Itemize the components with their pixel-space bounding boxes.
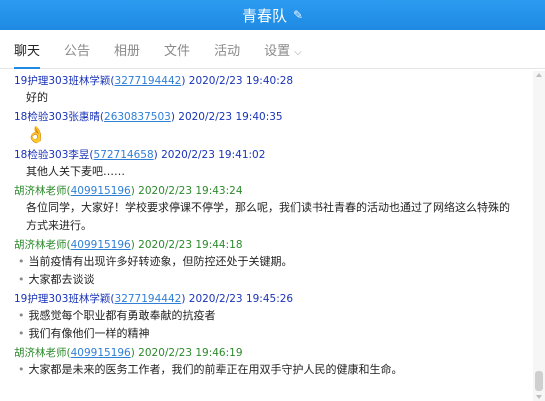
message-time: 2020/2/23 19:44:18	[138, 239, 243, 251]
message-header: 胡济林老师(409915196) 2020/2/23 19:46:19	[14, 347, 243, 359]
message: 18检验303李昱(572714658) 2020/2/23 19:41:02 …	[14, 148, 533, 181]
message-text: 我感觉每个职业都有勇敢奉献的抗疫者	[14, 307, 533, 325]
sender-name[interactable]: 19护理303班林学颖	[14, 293, 110, 305]
ok-hand-emoji-icon: 👌	[26, 125, 46, 144]
message-header: 19护理303班林学颖(3277194442) 2020/2/23 19:45:…	[14, 293, 294, 305]
title-bar: 青春队 ✎	[0, 0, 545, 30]
tab-settings[interactable]: 设置 ⌵	[264, 40, 302, 68]
message-text: 当前疫情有出现许多好转迹象，但防控还处于关键期。	[14, 253, 533, 271]
tab-bar: 聊天 公告 相册 文件 活动 设置 ⌵	[0, 30, 545, 69]
message-text: 大家都去谈谈	[14, 271, 533, 289]
tab-chat[interactable]: 聊天	[14, 40, 41, 69]
sender-name[interactable]: 胡济林老师	[14, 185, 67, 197]
sender-qq[interactable]: 409915196	[71, 347, 131, 359]
sender-name[interactable]: 19护理303班林学颖	[14, 75, 110, 87]
tab-label: 聊天	[14, 44, 41, 59]
scroll-up-icon[interactable]	[536, 73, 542, 77]
sender-qq[interactable]: 572714658	[94, 149, 154, 161]
tab-label: 设置	[264, 44, 291, 59]
chat-message-list[interactable]: 19护理303班林学颖(3277194442) 2020/2/23 19:40:…	[0, 71, 533, 401]
tab-album[interactable]: 相册	[114, 40, 140, 68]
message-time: 2020/2/23 19:40:28	[188, 75, 294, 87]
message-time: 2020/2/23 19:40:35	[178, 111, 283, 123]
message-header: 18检验303李昱(572714658) 2020/2/23 19:41:02	[14, 149, 266, 161]
edit-icon[interactable]: ✎	[293, 8, 303, 22]
sender-name[interactable]: 18检验303张惠晴	[14, 111, 100, 123]
message-time: 2020/2/23 19:45:26	[188, 293, 294, 305]
message: 胡济林老师(409915196) 2020/2/23 19:46:19 大家都是…	[14, 346, 533, 379]
message: 18检验303张惠晴(2630837503) 2020/2/23 19:40:3…	[14, 110, 533, 145]
message-time: 2020/2/23 19:46:19	[138, 347, 243, 359]
message-header: 18检验303张惠晴(2630837503) 2020/2/23 19:40:3…	[14, 111, 283, 123]
tab-files[interactable]: 文件	[164, 40, 190, 68]
scrollbar-thumb[interactable]	[535, 371, 543, 391]
message: 胡济林老师(409915196) 2020/2/23 19:44:18 当前疫情…	[14, 238, 533, 289]
tab-activities[interactable]: 活动	[214, 40, 240, 68]
message-time: 2020/2/23 19:41:02	[161, 149, 266, 161]
message-text: 好的	[26, 91, 48, 104]
sender-qq[interactable]: 3277194442	[115, 75, 182, 87]
chevron-down-icon: ⌵	[294, 47, 302, 58]
sender-name[interactable]: 胡济林老师	[14, 239, 67, 251]
group-title: 青春队	[241, 6, 287, 25]
sender-name[interactable]: 胡济林老师	[14, 347, 67, 359]
message-text: 我们有像他们一样的精神	[14, 325, 533, 343]
tab-announcement[interactable]: 公告	[64, 40, 90, 68]
scroll-down-icon[interactable]	[536, 395, 542, 399]
message-text: 各位同学，大家好！学校要求停课不停学，那么呢，我们读书社青春的活动也通过了网络这…	[26, 201, 510, 232]
message-header: 胡济林老师(409915196) 2020/2/23 19:43:24	[14, 185, 243, 197]
sender-name[interactable]: 18检验303李昱	[14, 149, 89, 161]
message: 19护理303班林学颖(3277194442) 2020/2/23 19:45:…	[14, 292, 533, 343]
message-text: 大家都是未来的医务工作者，我们的前辈正在用双手守护人民的健康和生命。	[14, 361, 533, 379]
tab-label: 相册	[114, 44, 141, 59]
sender-qq[interactable]: 409915196	[71, 239, 131, 251]
tab-label: 活动	[214, 44, 241, 59]
scrollbar[interactable]	[533, 71, 545, 401]
message: 19护理303班林学颖(3277194442) 2020/2/23 19:40:…	[14, 74, 533, 107]
message-header: 19护理303班林学颖(3277194442) 2020/2/23 19:40:…	[14, 75, 294, 87]
message-time: 2020/2/23 19:43:24	[138, 185, 243, 197]
message-text: 其他人关下麦吧……	[26, 165, 125, 178]
tab-label: 文件	[164, 44, 191, 59]
sender-qq[interactable]: 3277194442	[115, 293, 182, 305]
tab-label: 公告	[64, 44, 91, 59]
message-header: 胡济林老师(409915196) 2020/2/23 19:44:18	[14, 239, 243, 251]
sender-qq[interactable]: 409915196	[71, 185, 131, 197]
sender-qq[interactable]: 2630837503	[104, 111, 171, 123]
message: 胡济林老师(409915196) 2020/2/23 19:43:24 各位同学…	[14, 184, 533, 235]
